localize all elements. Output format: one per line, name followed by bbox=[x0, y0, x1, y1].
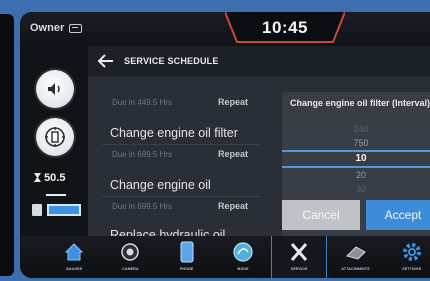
nav-label: SETTINGS bbox=[402, 267, 422, 271]
due-text: Due in 699.5 Hrs bbox=[112, 202, 173, 211]
nav-label: CAMERA bbox=[122, 267, 139, 271]
repeat-toggle[interactable]: Repeat bbox=[218, 97, 248, 107]
nav-label: ATTACHMENTS bbox=[341, 267, 370, 271]
mode-icon bbox=[233, 242, 253, 262]
display-screen: Owner 10:45 50.5 SERVICE SCHEDULE Due in… bbox=[20, 12, 430, 278]
service-task[interactable]: Change engine oil bbox=[110, 178, 211, 192]
clock-tab: 10:45 bbox=[225, 12, 345, 46]
due-text: Due in 699.5 Hrs bbox=[112, 150, 173, 159]
device-bezel-left bbox=[0, 14, 14, 276]
nav-mode[interactable]: MODE bbox=[215, 236, 271, 278]
interval-dialog: Change engine oil filter (Interval) 240 … bbox=[282, 92, 430, 240]
engine-hours: 50.5 bbox=[34, 172, 65, 184]
nav-phone[interactable]: PHONE bbox=[159, 236, 215, 278]
engine-hours-value: 50.5 bbox=[44, 172, 66, 184]
wrench-icon bbox=[291, 243, 308, 261]
phone-icon bbox=[180, 241, 194, 263]
nav-label: MODE bbox=[237, 267, 249, 271]
page-title: SERVICE SCHEDULE bbox=[124, 56, 219, 66]
status-bar: Owner 10:45 bbox=[20, 12, 430, 46]
page-header: SERVICE SCHEDULE bbox=[88, 46, 430, 78]
clock-time: 10:45 bbox=[262, 18, 308, 37]
nav-settings[interactable]: SETTINGS bbox=[384, 236, 430, 278]
camera-icon bbox=[121, 243, 140, 261]
volume-button[interactable] bbox=[36, 70, 74, 108]
picker-option[interactable]: 240 bbox=[282, 124, 430, 134]
service-task[interactable]: Replace hydraulic oil bbox=[110, 228, 225, 236]
fuel-level-bar bbox=[47, 204, 81, 216]
picker-option[interactable]: 30 bbox=[282, 184, 430, 194]
fuel-pump-icon bbox=[32, 204, 42, 216]
left-status-panel: 50.5 bbox=[20, 46, 88, 236]
cancel-button[interactable]: Cancel bbox=[282, 200, 360, 230]
picker-selected-option[interactable]: 10 bbox=[282, 153, 430, 164]
picker-selection-line bbox=[282, 150, 430, 152]
fuel-gauge bbox=[32, 204, 81, 216]
nav-label: SERVICE bbox=[290, 267, 308, 271]
bottom-nav: GAUGES CAMERA PHONE MODE SERVICE ATTACHM… bbox=[20, 236, 430, 278]
dialog-title: Change engine oil filter (Interval) bbox=[290, 98, 430, 108]
speaker-icon bbox=[48, 83, 60, 95]
control-pattern-icon bbox=[45, 127, 65, 147]
nav-gauges[interactable]: GAUGES bbox=[46, 236, 102, 278]
owner-label: Owner bbox=[30, 22, 65, 34]
divider bbox=[46, 194, 66, 196]
nav-label: GAUGES bbox=[65, 267, 83, 271]
service-task[interactable]: Change engine oil filter bbox=[110, 126, 238, 140]
control-button[interactable] bbox=[36, 118, 74, 156]
due-text: Due in 449.5 Hrs bbox=[112, 98, 173, 107]
keyboard-icon bbox=[69, 23, 83, 33]
accept-button[interactable]: Accept bbox=[366, 200, 430, 230]
row-divider bbox=[102, 196, 262, 197]
row-divider bbox=[102, 144, 262, 145]
back-arrow-icon[interactable] bbox=[98, 54, 114, 68]
picker-option[interactable]: 750 bbox=[282, 138, 430, 148]
repeat-toggle[interactable]: Repeat bbox=[218, 201, 248, 211]
gear-icon bbox=[402, 243, 421, 261]
attachment-icon bbox=[345, 246, 366, 260]
repeat-toggle[interactable]: Repeat bbox=[218, 149, 248, 159]
nav-label: PHONE bbox=[179, 267, 194, 271]
nav-attachments[interactable]: ATTACHMENTS bbox=[327, 236, 383, 278]
picker-option[interactable]: 20 bbox=[282, 170, 430, 180]
owner-indicator[interactable]: Owner bbox=[30, 22, 83, 34]
picker-selection-line bbox=[282, 166, 430, 168]
nav-service[interactable]: SERVICE bbox=[271, 236, 328, 278]
home-icon bbox=[64, 243, 84, 261]
hourglass-icon bbox=[34, 173, 41, 182]
nav-camera[interactable]: CAMERA bbox=[102, 236, 158, 278]
